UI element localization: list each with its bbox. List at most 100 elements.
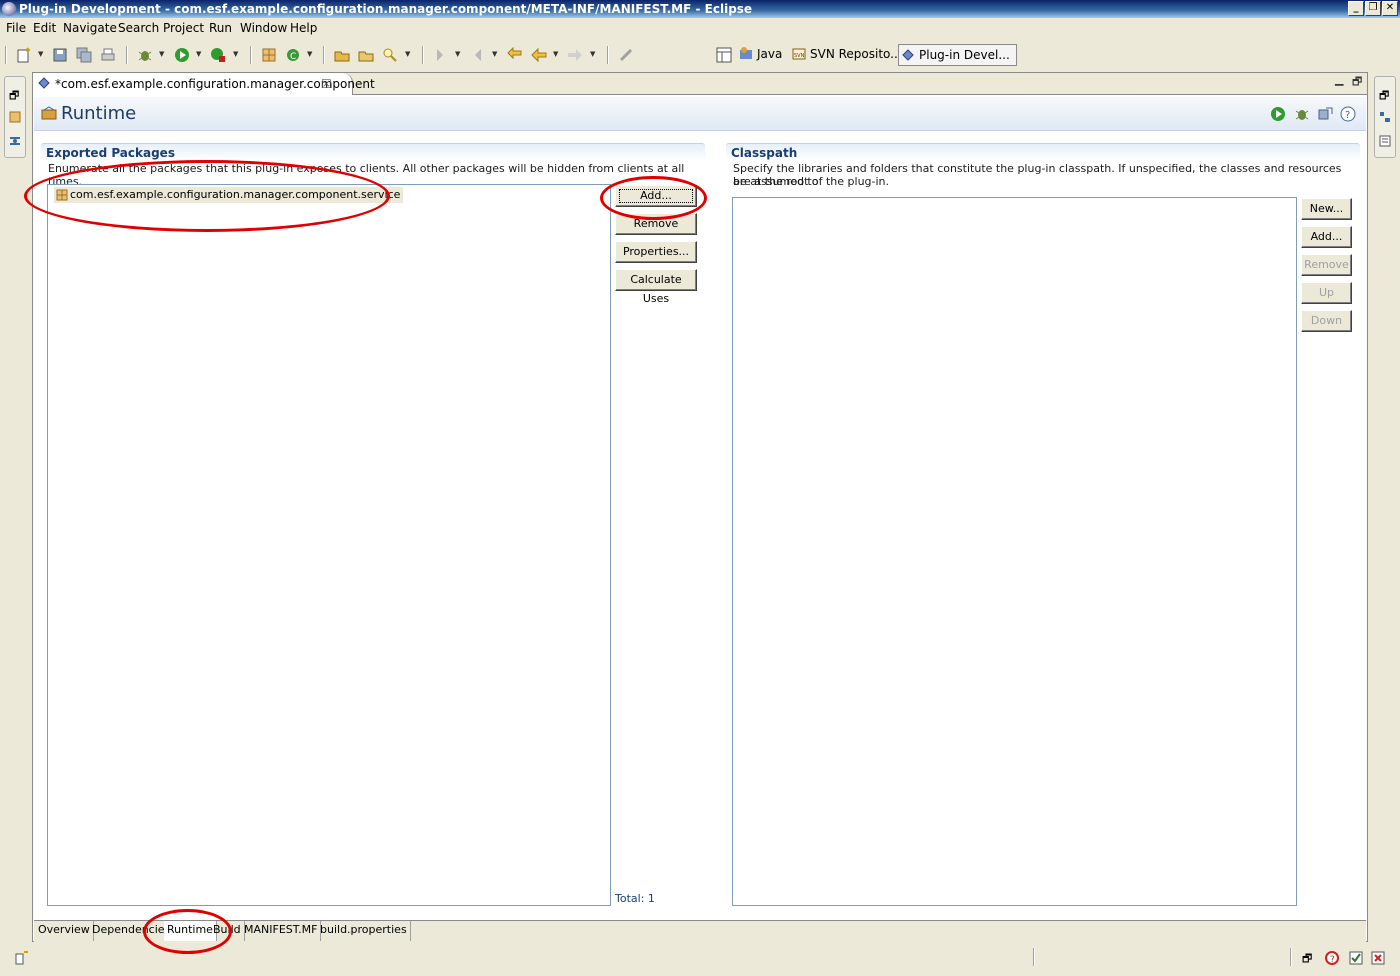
chevron-down-icon[interactable]: ▼ bbox=[38, 50, 43, 58]
chevron-down-icon[interactable]: ▼ bbox=[233, 50, 238, 58]
remove-library-button[interactable]: Remove bbox=[1301, 254, 1352, 276]
add-package-button[interactable]: Add... bbox=[615, 185, 697, 207]
open-perspective-icon[interactable] bbox=[716, 47, 732, 63]
print-icon[interactable] bbox=[100, 47, 116, 63]
menu-navigate[interactable]: Navigate bbox=[63, 21, 117, 35]
eclipse-icon bbox=[2, 2, 16, 16]
classpath-section: Classpath bbox=[726, 143, 1360, 161]
perspective-svn-repository[interactable]: SVN SVN Reposito... bbox=[790, 44, 902, 66]
tab-manifest-mf[interactable]: MANIFEST.MF bbox=[241, 921, 322, 941]
classpath-list[interactable] bbox=[732, 197, 1297, 906]
chevron-down-icon[interactable]: ▼ bbox=[455, 50, 460, 58]
new-class-icon[interactable]: C bbox=[285, 47, 301, 63]
restore-icon[interactable]: 🗗 bbox=[1302, 950, 1318, 966]
calculate-uses-button[interactable]: Calculate Uses bbox=[615, 269, 697, 305]
plugins-view-icon[interactable] bbox=[9, 135, 21, 147]
new-package-icon[interactable] bbox=[261, 47, 277, 63]
classpath-description-line2: be at the root of the plug-in. bbox=[733, 175, 890, 188]
minimize-button[interactable]: _ bbox=[1348, 1, 1364, 16]
tab-dependencies[interactable]: Dependencies bbox=[89, 921, 175, 941]
add-library-button[interactable]: Add... bbox=[1301, 226, 1352, 248]
save-all-icon[interactable] bbox=[76, 47, 92, 63]
help-icon[interactable]: ? bbox=[1340, 106, 1356, 122]
restore-icon[interactable]: 🗗 bbox=[1379, 87, 1391, 102]
last-edit-location-icon[interactable] bbox=[507, 47, 523, 63]
new-wizard-icon[interactable] bbox=[16, 47, 32, 63]
main-toolbar: ▼ ▼ ▼ ▼ C ▼ ▼ ▼ ▼ ▼ ▼ Java SVN SVN Repos… bbox=[0, 38, 1400, 72]
svg-text:?: ? bbox=[1345, 110, 1350, 121]
remove-package-button[interactable]: Remove bbox=[615, 213, 697, 235]
new-library-button[interactable]: New... bbox=[1301, 198, 1352, 220]
chevron-down-icon[interactable]: ▼ bbox=[553, 50, 558, 58]
next-annotation-icon[interactable] bbox=[433, 47, 449, 63]
outline-view-icon[interactable] bbox=[1379, 111, 1391, 123]
export-wizard-icon[interactable] bbox=[1317, 106, 1333, 122]
run-icon[interactable] bbox=[174, 47, 190, 63]
exported-packages-list[interactable]: com.esf.example.configuration.manager.co… bbox=[47, 184, 611, 906]
forward-icon[interactable] bbox=[567, 47, 583, 63]
tab-overview[interactable]: Overview bbox=[35, 921, 94, 941]
menu-search[interactable]: Search bbox=[118, 21, 159, 35]
classpath-title: Classpath bbox=[731, 146, 798, 160]
restore-icon[interactable]: 🗗 bbox=[9, 87, 21, 102]
menu-file[interactable]: File bbox=[6, 21, 26, 35]
down-button[interactable]: Down bbox=[1301, 310, 1352, 332]
window-title-bar: Plug-in Development - com.esf.example.co… bbox=[0, 0, 1400, 18]
calculate-uses-button-label: Calculate Uses bbox=[630, 273, 682, 305]
maximize-view-icon[interactable]: 🗗 bbox=[1352, 73, 1362, 92]
back-icon[interactable] bbox=[531, 47, 547, 63]
tasks-view-icon[interactable] bbox=[1379, 135, 1391, 147]
properties-button[interactable]: Properties... bbox=[615, 241, 697, 263]
remove-library-button-label: Remove bbox=[1304, 258, 1349, 271]
previous-annotation-icon[interactable] bbox=[469, 47, 485, 63]
menu-help[interactable]: Help bbox=[290, 21, 317, 35]
editor-page-tabs: Overview Dependencies Runtime Build MANI… bbox=[34, 920, 1366, 942]
search-icon[interactable] bbox=[382, 47, 398, 63]
menu-edit[interactable]: Edit bbox=[33, 21, 56, 35]
editor-tab-manifest[interactable]: *com.esf.example.configuration.manager.c… bbox=[33, 73, 375, 95]
debug-icon[interactable] bbox=[137, 47, 153, 63]
problems-icon[interactable]: ? bbox=[1324, 950, 1340, 966]
chevron-down-icon[interactable]: ▼ bbox=[405, 50, 410, 58]
chevron-down-icon[interactable]: ▼ bbox=[159, 50, 164, 58]
debug-icon[interactable] bbox=[1294, 106, 1310, 122]
pin-editor-icon[interactable] bbox=[618, 47, 634, 63]
perspective-java[interactable]: Java bbox=[737, 44, 782, 66]
maximize-button[interactable]: ❐ bbox=[1365, 1, 1381, 16]
external-tools-icon[interactable] bbox=[210, 47, 226, 63]
focus-ring bbox=[619, 189, 693, 203]
up-button[interactable]: Up bbox=[1301, 282, 1352, 304]
package-explorer-icon[interactable] bbox=[9, 111, 21, 123]
run-icon[interactable] bbox=[1270, 106, 1286, 122]
tab-build-properties[interactable]: build.properties bbox=[317, 921, 411, 941]
tab-build[interactable]: Build bbox=[210, 921, 245, 941]
properties-button-label: Properties... bbox=[622, 245, 690, 258]
chevron-down-icon[interactable]: ▼ bbox=[307, 50, 312, 58]
exported-packages-total: Total: 1 bbox=[615, 892, 655, 905]
minimize-view-icon[interactable]: ▁ bbox=[1335, 73, 1343, 86]
tab-runtime[interactable]: Runtime bbox=[164, 921, 217, 941]
plugin-manifest-icon bbox=[38, 77, 50, 89]
exported-packages-section: Exported Packages bbox=[41, 143, 705, 161]
error-log-icon[interactable] bbox=[1370, 950, 1386, 966]
menu-window[interactable]: Window bbox=[240, 21, 287, 35]
status-separator bbox=[1290, 948, 1292, 966]
close-button[interactable]: ✕ bbox=[1382, 1, 1398, 16]
svg-text:SVN: SVN bbox=[794, 53, 805, 59]
chevron-down-icon[interactable]: ▼ bbox=[590, 50, 595, 58]
save-icon[interactable] bbox=[52, 47, 68, 63]
close-icon[interactable]: ☒ bbox=[321, 73, 332, 95]
open-type-icon[interactable] bbox=[334, 47, 350, 63]
chevron-down-icon[interactable]: ▼ bbox=[492, 50, 497, 58]
fast-view-icon[interactable] bbox=[14, 950, 30, 966]
exported-packages-title: Exported Packages bbox=[46, 146, 175, 160]
plugin-perspective-icon bbox=[902, 49, 914, 61]
list-item[interactable]: com.esf.example.configuration.manager.co… bbox=[54, 187, 404, 203]
menu-run[interactable]: Run bbox=[209, 21, 232, 35]
menu-project[interactable]: Project bbox=[163, 21, 204, 35]
chevron-down-icon[interactable]: ▼ bbox=[196, 50, 201, 58]
perspective-plugin-development[interactable]: Plug-in Devel... bbox=[898, 44, 1017, 66]
new-library-button-label: New... bbox=[1309, 202, 1344, 215]
tasks-icon[interactable] bbox=[1348, 950, 1364, 966]
open-resource-icon[interactable] bbox=[358, 47, 374, 63]
